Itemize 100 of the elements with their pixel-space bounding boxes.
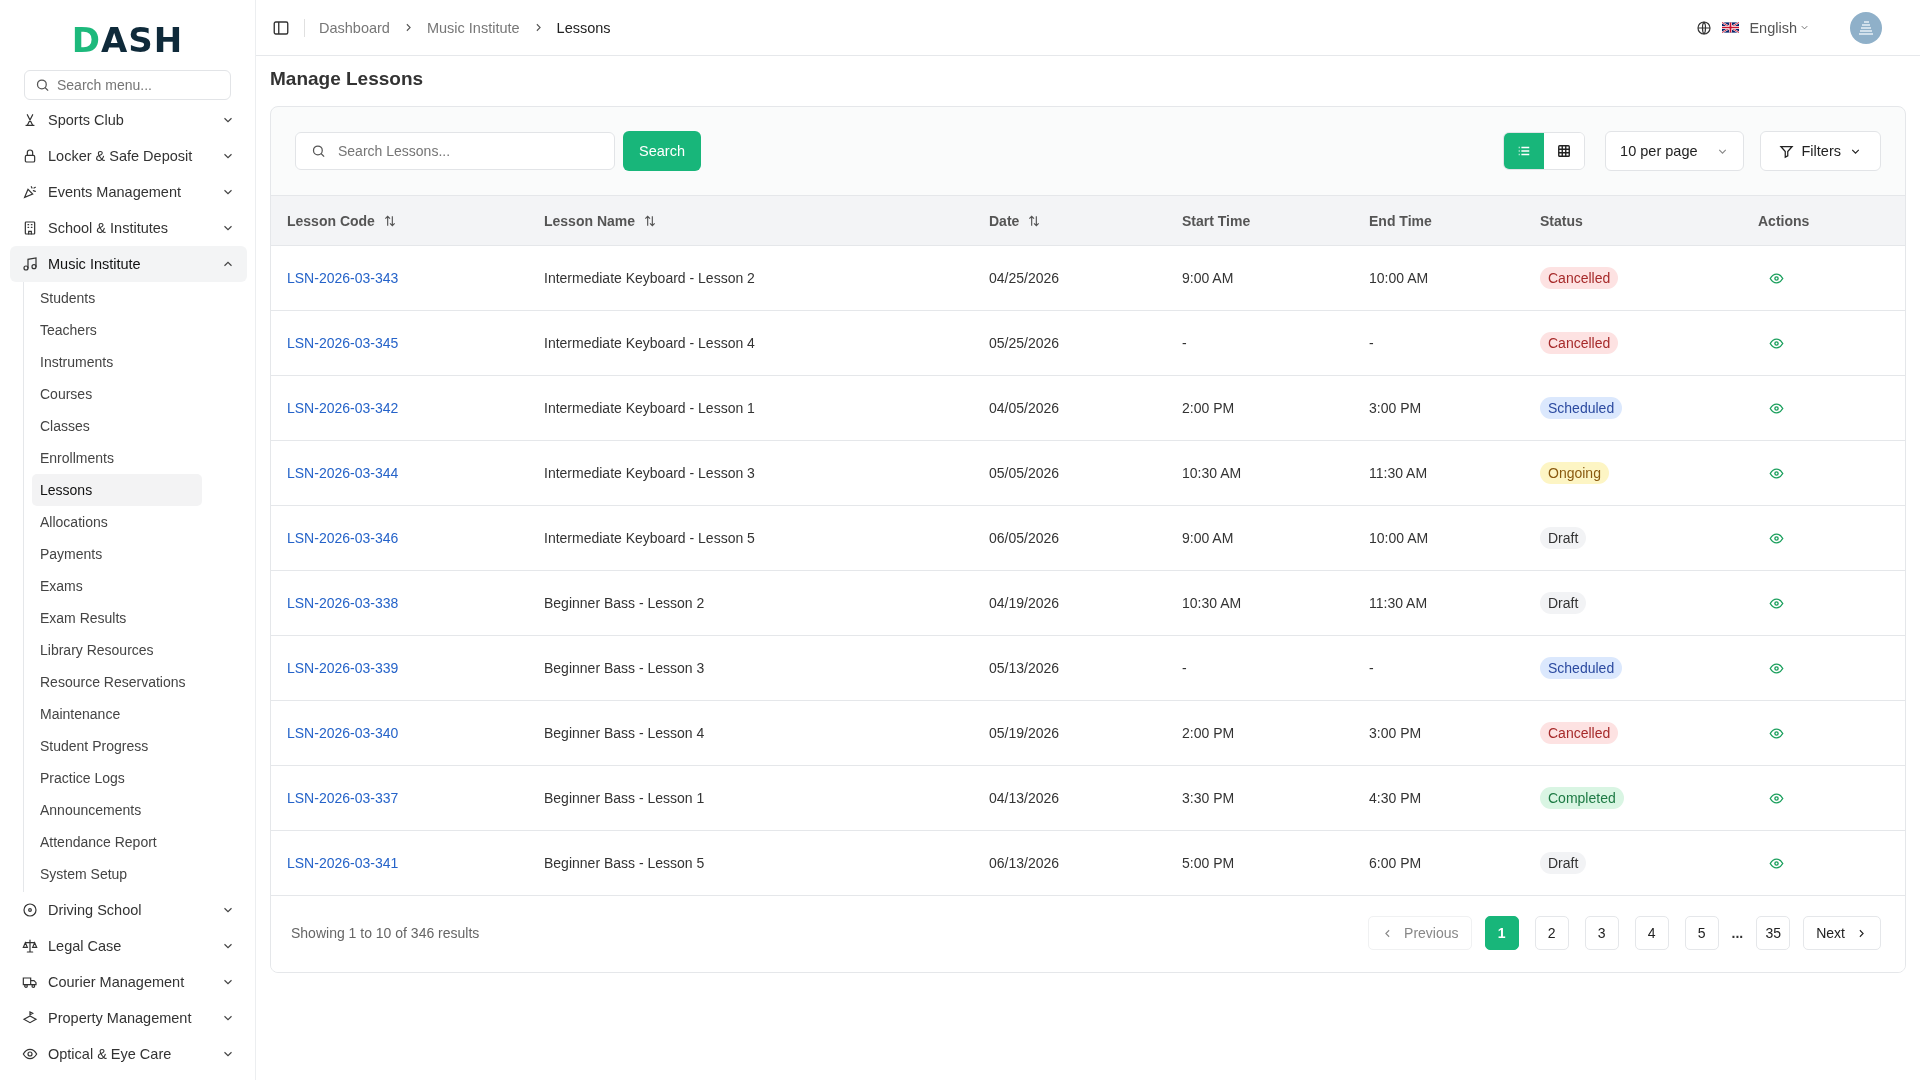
page-title: Manage Lessons <box>270 68 425 90</box>
table-cell: 9:00 AM <box>1182 270 1234 286</box>
submenu-item[interactable]: Payments <box>32 538 202 570</box>
submenu-item[interactable]: Courses <box>32 378 202 410</box>
menu-group-label: Driving School <box>48 902 143 918</box>
lesson-code-link[interactable]: LSN-2026-03-344 <box>287 465 399 481</box>
table-cell: 11:30 AM <box>1369 595 1428 611</box>
column-header[interactable]: Date <box>989 212 1042 229</box>
submenu-item[interactable]: Enrollments <box>32 442 202 474</box>
menu-group-label: Courier Management <box>48 974 186 990</box>
building-icon <box>22 220 38 236</box>
table-cell: 4:30 PM <box>1369 790 1422 806</box>
menu-group[interactable]: School & Institutes <box>10 210 247 246</box>
submenu-item[interactable]: Exams <box>32 570 202 602</box>
table-cell: 9:00 AM <box>1182 530 1234 546</box>
sort-icon <box>643 213 658 228</box>
submenu-item[interactable]: Exam Results <box>32 602 202 634</box>
steering-wheel-icon <box>22 902 38 918</box>
view-icon[interactable] <box>1769 335 1784 351</box>
pagination-ellipsis: ... <box>1731 925 1744 941</box>
lesson-code-link[interactable]: LSN-2026-03-342 <box>287 400 399 416</box>
menu-group[interactable]: Property Management <box>10 1000 247 1036</box>
column-header: Start Time <box>1182 212 1251 229</box>
submenu-item[interactable]: Maintenance <box>32 698 202 730</box>
table-cell: 05/19/2026 <box>989 725 1060 741</box>
menu-search-field[interactable]: Search menu... <box>24 70 231 100</box>
menu-group[interactable]: Music Institute <box>10 246 247 282</box>
grid-view-button[interactable] <box>1544 133 1585 169</box>
lesson-code-link[interactable]: LSN-2026-03-338 <box>287 595 399 611</box>
view-icon[interactable] <box>1769 400 1784 416</box>
table-cell: Intermediate Keyboard - Lesson 1 <box>544 400 755 416</box>
table-cell: Beginner Bass - Lesson 5 <box>544 855 705 871</box>
truck-icon <box>22 974 38 990</box>
lesson-code-link[interactable]: LSN-2026-03-340 <box>287 725 399 741</box>
view-icon[interactable] <box>1769 660 1784 676</box>
submenu-item[interactable]: Lessons <box>32 474 202 506</box>
avatar[interactable] <box>1850 11 1882 44</box>
view-icon[interactable] <box>1769 595 1784 611</box>
status-badge: Cancelled <box>1540 267 1619 289</box>
page-button[interactable]: 3 <box>1584 916 1619 950</box>
submenu-item[interactable]: Allocations <box>32 506 202 538</box>
menu-group-label: Legal Case <box>48 938 123 954</box>
column-header[interactable]: Lesson Name <box>544 212 658 229</box>
submenu-item[interactable]: Library Resources <box>32 634 202 666</box>
lesson-search-field[interactable]: Search Lessons... <box>295 132 615 170</box>
results-summary: Showing 1 to 10 of 346 results <box>291 925 480 941</box>
list-icon <box>1517 144 1532 158</box>
breadcrumb-link[interactable]: Dashboard <box>319 19 390 36</box>
table-cell: 04/25/2026 <box>989 270 1060 286</box>
lesson-code-link[interactable]: LSN-2026-03-345 <box>287 335 399 351</box>
page-button[interactable]: 35 <box>1756 916 1791 950</box>
lesson-code-link[interactable]: LSN-2026-03-343 <box>287 270 399 286</box>
submenu-item[interactable]: Student Progress <box>32 730 202 762</box>
menu-group-label: Property Management <box>48 1010 193 1026</box>
menu-group[interactable]: Locker & Safe Deposit <box>10 138 247 174</box>
table-cell: 3:30 PM <box>1182 790 1235 806</box>
filters-button[interactable]: Filters <box>1759 131 1881 171</box>
submenu-item[interactable]: Announcements <box>32 794 202 826</box>
table-cell: 3:00 PM <box>1369 400 1422 416</box>
view-icon[interactable] <box>1769 790 1784 806</box>
language-dropdown[interactable]: English <box>1749 19 1810 36</box>
status-badge: Cancelled <box>1540 332 1619 354</box>
page-button[interactable]: 5 <box>1684 916 1719 950</box>
view-icon[interactable] <box>1769 270 1784 286</box>
column-header[interactable]: Lesson Code <box>287 212 397 229</box>
view-icon[interactable] <box>1769 465 1784 481</box>
view-icon[interactable] <box>1769 530 1784 546</box>
menu-group[interactable]: Sports Club <box>10 102 247 138</box>
view-icon[interactable] <box>1769 855 1784 871</box>
menu-group[interactable]: Driving School <box>10 892 247 928</box>
table-cell: 2:00 PM <box>1182 725 1235 741</box>
table-cell: 6:00 PM <box>1369 855 1422 871</box>
view-icon[interactable] <box>1769 725 1784 741</box>
menu-group[interactable]: Events Management <box>10 174 247 210</box>
lesson-code-link[interactable]: LSN-2026-03-346 <box>287 530 399 546</box>
per-page-dropdown[interactable]: 10 per page <box>1605 131 1744 171</box>
submenu-item[interactable]: Instruments <box>32 346 202 378</box>
menu-group[interactable]: Courier Management <box>10 964 247 1000</box>
table-cell: 05/13/2026 <box>989 660 1060 676</box>
menu-group-label: Optical & Eye Care <box>48 1046 173 1062</box>
menu-group[interactable]: Optical & Eye Care <box>10 1036 247 1072</box>
status-badge: Ongoing <box>1540 462 1609 484</box>
submenu-item[interactable]: System Setup <box>32 858 202 890</box>
submenu-item[interactable]: Attendance Report <box>32 826 202 858</box>
page-button[interactable]: 2 <box>1534 916 1569 950</box>
submenu-item[interactable]: Teachers <box>32 314 202 346</box>
table-cell: 04/13/2026 <box>989 790 1060 806</box>
submenu-item[interactable]: Students <box>32 282 202 314</box>
menu-group[interactable]: Legal Case <box>10 928 247 964</box>
breadcrumb-link[interactable]: Music Institute <box>426 19 520 36</box>
submenu-item[interactable]: Resource Reservations <box>32 666 202 698</box>
lesson-code-link[interactable]: LSN-2026-03-337 <box>287 790 399 806</box>
page-button[interactable]: 4 <box>1634 916 1669 950</box>
lesson-code-link[interactable]: LSN-2026-03-339 <box>287 660 399 676</box>
submenu-item[interactable]: Practice Logs <box>32 762 202 794</box>
table-cell: Beginner Bass - Lesson 2 <box>544 595 705 611</box>
submenu-item[interactable]: Classes <box>32 410 202 442</box>
sidebar-toggle-icon[interactable] <box>272 18 290 37</box>
next-button[interactable]: Next <box>1803 916 1881 950</box>
lesson-code-link[interactable]: LSN-2026-03-341 <box>287 855 399 871</box>
